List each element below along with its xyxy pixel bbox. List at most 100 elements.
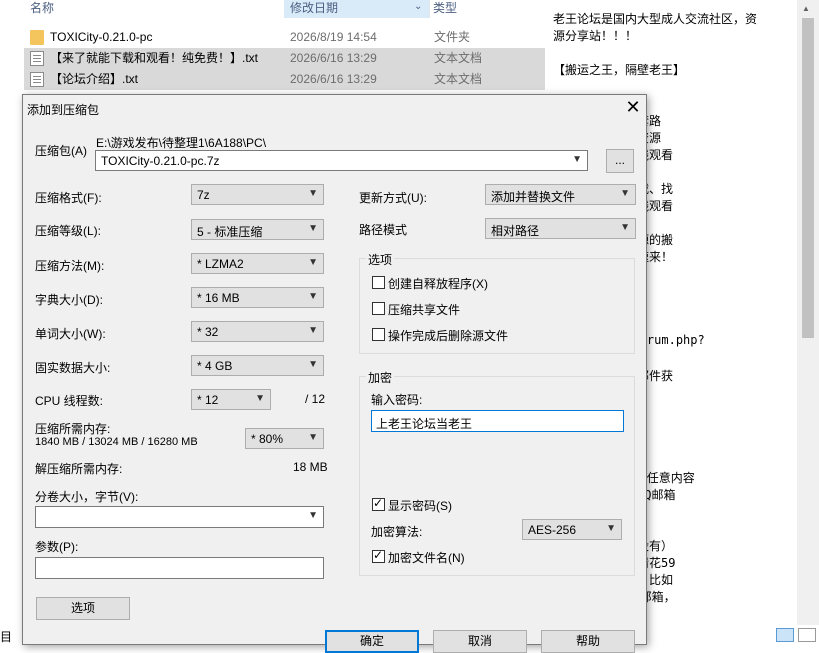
vertical-scrollbar[interactable]: ▲ — [797, 0, 819, 625]
chevron-down-icon[interactable]: ⌄ — [414, 1, 422, 12]
cpu-total: / 12 — [305, 392, 326, 406]
options-button[interactable]: 选项 — [36, 597, 130, 620]
sfx-checkbox[interactable] — [372, 276, 385, 289]
dialog-title: 添加到压缩包 — [27, 103, 100, 117]
memory-detail: 1840 MB / 13024 MB / 16280 MB — [35, 436, 198, 448]
archive-name-combo[interactable]: TOXICity-0.21.0-pc.7z ▼ — [95, 150, 588, 171]
shared-files-checkbox[interactable] — [372, 302, 385, 315]
chevron-down-icon[interactable]: ▼ — [620, 222, 630, 233]
method-value: * LZMA2 — [197, 257, 244, 271]
show-password-checkbox[interactable] — [372, 496, 385, 511]
password-input[interactable]: 上老王论坛当老王 — [371, 410, 624, 432]
archive-name-value[interactable]: TOXICity-0.21.0-pc.7z — [101, 154, 220, 168]
memory-percent-select[interactable]: * 80% ▼ — [245, 428, 324, 449]
close-icon[interactable]: ✕ — [623, 98, 643, 118]
shared-files-label[interactable]: 压缩共享文件 — [388, 301, 460, 318]
chevron-down-icon[interactable]: ▼ — [308, 257, 318, 268]
level-value: 5 - 标准压缩 — [197, 225, 263, 239]
cpu-value: * 12 — [197, 393, 219, 407]
format-label: 压缩格式(F): — [35, 191, 102, 205]
scroll-up-icon[interactable]: ▲ — [802, 4, 810, 13]
large-icons-view-icon[interactable] — [798, 628, 816, 642]
encryption-method-select[interactable]: AES-256 ▼ — [522, 519, 622, 540]
format-value: 7z — [197, 188, 210, 202]
encryption-method-value: AES-256 — [528, 523, 577, 537]
solid-value: * 4 GB — [197, 359, 233, 373]
ok-button[interactable]: 确定 — [325, 630, 419, 653]
update-mode-select[interactable]: 添加并替换文件 ▼ — [485, 184, 636, 205]
column-header-date[interactable]: 修改日期 — [290, 0, 338, 18]
update-mode-label: 更新方式(U): — [359, 191, 427, 205]
cancel-button[interactable]: 取消 — [433, 630, 527, 653]
file-row[interactable]: 【来了就能下载和观看！纯免费！】.txt 2026/6/16 13:29 文本文档 — [24, 48, 545, 69]
file-type: 文件夹 — [434, 30, 471, 44]
chevron-down-icon[interactable]: ▼ — [606, 523, 616, 534]
chevron-down-icon[interactable]: ▼ — [308, 359, 318, 370]
show-password-label[interactable]: 显示密码(S) — [388, 497, 452, 514]
chevron-down-icon[interactable]: ▼ — [572, 154, 582, 165]
dict-label: 字典大小(D): — [35, 293, 103, 307]
file-name: 【论坛介绍】.txt — [50, 72, 139, 86]
column-header-type[interactable]: 类型 — [433, 0, 457, 18]
column-header-date-bg[interactable]: 修改日期 ⌄ — [284, 0, 429, 18]
cpu-label: CPU 线程数: — [35, 394, 104, 408]
memory-label: 压缩所需内存: — [35, 422, 111, 436]
details-view-icon[interactable] — [776, 628, 794, 642]
word-value: * 32 — [197, 325, 219, 339]
params-input[interactable] — [35, 557, 324, 579]
cpu-select[interactable]: * 12 ▼ — [191, 389, 271, 410]
method-select[interactable]: * LZMA2 ▼ — [191, 253, 324, 274]
file-date: 2026/6/16 13:29 — [290, 51, 377, 65]
dict-select[interactable]: * 16 MB ▼ — [191, 287, 324, 308]
encryption-method-label: 加密算法: — [371, 525, 423, 539]
level-label: 压缩等级(L): — [35, 224, 102, 238]
archive-path: E:\游戏发布\待整理1\6A188\PC\ — [96, 136, 267, 150]
column-header-name[interactable]: 名称 — [30, 0, 54, 18]
text-file-icon — [30, 51, 44, 66]
chevron-down-icon[interactable]: ▼ — [255, 393, 265, 404]
path-mode-select[interactable]: 相对路径 ▼ — [485, 218, 636, 239]
path-mode-label: 路径模式 — [359, 223, 408, 237]
encrypt-names-label[interactable]: 加密文件名(N) — [388, 549, 465, 566]
chevron-down-icon[interactable]: ▼ — [308, 510, 318, 521]
file-row[interactable]: TOXICity-0.21.0-pc 2026/8/19 14:54 文件夹 — [24, 27, 545, 48]
file-date: 2026/8/19 14:54 — [290, 30, 377, 44]
text-file-icon — [30, 72, 44, 87]
sfx-label[interactable]: 创建自释放程序(X) — [388, 275, 488, 292]
word-select[interactable]: * 32 ▼ — [191, 321, 324, 342]
path-mode-value: 相对路径 — [491, 224, 540, 238]
archive-label: 压缩包(A) — [35, 144, 87, 158]
scroll-thumb[interactable] — [802, 18, 814, 338]
format-select[interactable]: 7z ▼ — [191, 184, 324, 205]
chevron-down-icon[interactable]: ▼ — [620, 188, 630, 199]
encrypt-names-checkbox[interactable] — [372, 548, 385, 563]
delete-after-label[interactable]: 操作完成后删除源文件 — [388, 327, 508, 344]
chevron-down-icon[interactable]: ▼ — [308, 291, 318, 302]
browse-button[interactable]: ... — [606, 149, 634, 173]
chevron-down-icon[interactable]: ▼ — [308, 325, 318, 336]
chevron-down-icon[interactable]: ▼ — [308, 432, 318, 443]
update-mode-value: 添加并替换文件 — [491, 190, 576, 204]
chevron-down-icon[interactable]: ▼ — [308, 223, 318, 234]
solid-select[interactable]: * 4 GB ▼ — [191, 355, 324, 376]
volume-size-combo[interactable]: ▼ — [35, 506, 324, 528]
level-select[interactable]: 5 - 标准压缩 ▼ — [191, 219, 324, 240]
text-line: 老王论坛是国内大型成人交流社区，资 — [553, 12, 758, 26]
file-row[interactable]: 【论坛介绍】.txt 2026/6/16 13:29 文本文档 — [24, 69, 545, 90]
folder-icon — [30, 30, 44, 45]
decomp-memory-label: 解压缩所需内存: — [35, 462, 123, 476]
encryption-group-title: 加密 — [366, 369, 395, 386]
column-divider[interactable] — [429, 0, 430, 18]
volume-label: 分卷大小，字节(V): — [35, 490, 139, 504]
password-value: 上老王论坛当老王 — [376, 417, 473, 431]
text-line: 源分享站！！！ — [553, 29, 638, 43]
delete-after-checkbox[interactable] — [372, 328, 385, 341]
params-label: 参数(P): — [35, 540, 79, 554]
help-button[interactable]: 帮助 — [541, 630, 635, 653]
options-group-title: 选项 — [366, 251, 395, 268]
method-label: 压缩方法(M): — [35, 259, 105, 273]
chevron-down-icon[interactable]: ▼ — [308, 188, 318, 199]
decomp-memory-value: 18 MB — [293, 460, 328, 474]
file-type: 文本文档 — [434, 72, 483, 86]
solid-label: 固实数据大小: — [35, 361, 111, 375]
